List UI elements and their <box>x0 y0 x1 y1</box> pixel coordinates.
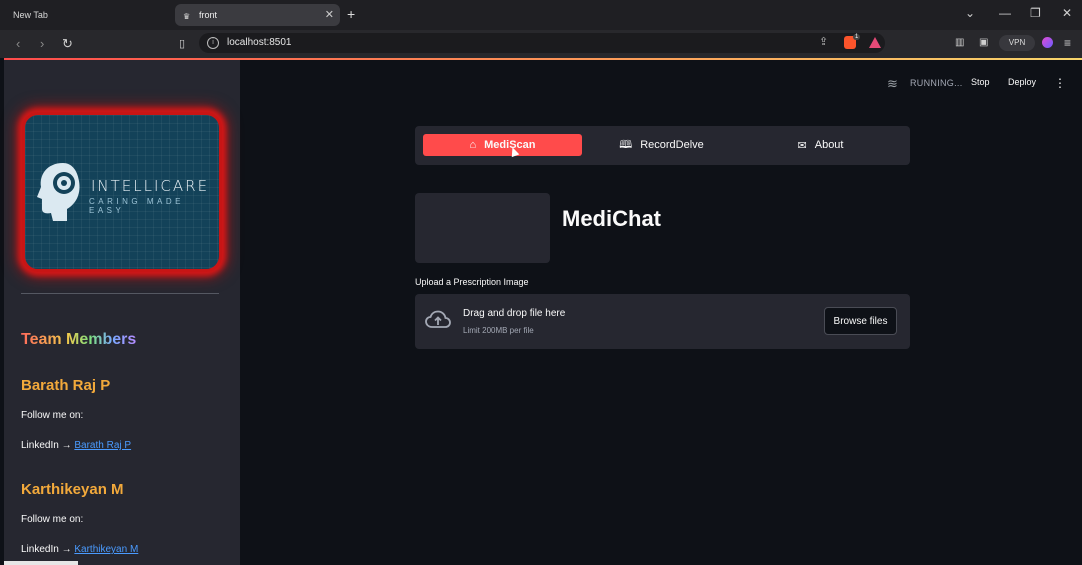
cloud-upload-icon <box>425 310 451 328</box>
profile-avatar[interactable] <box>1042 37 1053 48</box>
option-menu: ⌂ MediScan 🕮 RecordDelve ✉ About <box>415 126 910 165</box>
sidebar-toggle-icon[interactable]: ▥ <box>955 37 964 48</box>
head-gear-icon <box>37 163 80 221</box>
sidebar: INTELLICARE CARING MADE EASY Team Member… <box>4 60 240 565</box>
nav-item-mediscan[interactable]: ⌂ MediScan <box>423 134 582 156</box>
logo-title: INTELLICARE <box>91 177 210 195</box>
nav-label: About <box>814 139 844 151</box>
member-name: Barath Raj P <box>21 377 111 394</box>
chevron-down-icon[interactable]: ⌄ <box>965 6 975 20</box>
running-status: RUNNING... <box>910 78 963 88</box>
member-name: Karthikeyan M <box>21 481 124 498</box>
page-title: MediChat <box>562 206 661 231</box>
linkedin-prefix: LinkedIn → <box>21 440 72 451</box>
header-image-placeholder <box>415 193 550 263</box>
minimize-icon[interactable]: — <box>999 6 1011 20</box>
tab-new-tab[interactable]: New Tab <box>6 4 173 26</box>
close-window-icon[interactable]: ✕ <box>1062 6 1072 20</box>
sidebar-divider <box>21 293 219 294</box>
nav-label: RecordDelve <box>640 139 704 151</box>
dropzone-limit: Limit 200MB per file <box>463 326 534 335</box>
close-tab-icon[interactable]: ✕ <box>325 8 334 21</box>
status-bar-strip <box>4 561 78 565</box>
follow-text: Follow me on: <box>21 410 84 421</box>
team-members-heading: Team Members <box>21 331 137 348</box>
stop-button[interactable]: Stop <box>971 77 990 87</box>
upload-label: Upload a Prescription Image <box>415 277 529 287</box>
forward-icon[interactable]: › <box>40 36 44 51</box>
follow-text: Follow me on: <box>21 514 84 525</box>
nav-item-recorddelve[interactable]: 🕮 RecordDelve <box>582 134 741 156</box>
brave-rewards-icon[interactable] <box>869 37 881 48</box>
deploy-button[interactable]: Deploy <box>1008 77 1036 87</box>
nav-item-about[interactable]: ✉ About <box>741 134 900 156</box>
house-icon: ⌂ <box>469 139 477 151</box>
bookmark-icon[interactable]: ▯ <box>179 37 185 50</box>
linkedin-prefix: LinkedIn → <box>21 544 72 555</box>
browse-files-button[interactable]: Browse files <box>824 307 897 335</box>
share-icon[interactable]: ⇪ <box>819 35 828 48</box>
wallet-icon[interactable]: ▣ <box>979 37 988 48</box>
running-swimmer-icon: ≋ <box>887 76 898 91</box>
hamburger-menu-icon[interactable]: ≡ <box>1064 36 1071 50</box>
envelope-icon: ✉ <box>797 139 807 152</box>
logo-subtitle: CARING MADE EASY <box>89 197 184 215</box>
address-bar[interactable]: i localhost:8501 ⇪ 1 <box>199 33 885 53</box>
linkedin-link[interactable]: Karthikeyan M <box>74 544 138 555</box>
streamlit-favicon-icon: ♛ <box>183 11 191 21</box>
intellicare-logo: INTELLICARE CARING MADE EASY <box>22 112 222 272</box>
brave-badge: 1 <box>853 34 861 40</box>
reload-icon[interactable]: ↻ <box>62 36 73 52</box>
tab-title: front <box>199 10 218 20</box>
main-menu-icon[interactable]: ⋮ <box>1054 76 1066 90</box>
restore-icon[interactable]: ❐ <box>1030 6 1041 20</box>
linkedin-row: LinkedIn → Karthikeyan M <box>21 544 138 555</box>
tab-title: New Tab <box>13 10 48 20</box>
dropzone-title: Drag and drop file here <box>463 308 566 319</box>
browser-tabbar: New Tab ♛ front ✕ + ⌄ — ❐ ✕ <box>0 0 1082 30</box>
vpn-label: VPN <box>1008 38 1026 47</box>
site-info-icon[interactable]: i <box>207 37 219 49</box>
new-tab-icon[interactable]: + <box>347 6 355 22</box>
book-icon: 🕮 <box>619 138 633 151</box>
tab-front[interactable]: ♛ front ✕ <box>175 4 340 26</box>
url-text[interactable]: localhost:8501 <box>227 37 292 48</box>
linkedin-link[interactable]: Barath Raj P <box>74 440 131 451</box>
vpn-button[interactable]: VPN <box>999 35 1035 51</box>
linkedin-row: LinkedIn → Barath Raj P <box>21 440 131 451</box>
file-dropzone[interactable]: Drag and drop file here Limit 200MB per … <box>415 294 910 349</box>
back-icon[interactable]: ‹ <box>16 36 20 51</box>
